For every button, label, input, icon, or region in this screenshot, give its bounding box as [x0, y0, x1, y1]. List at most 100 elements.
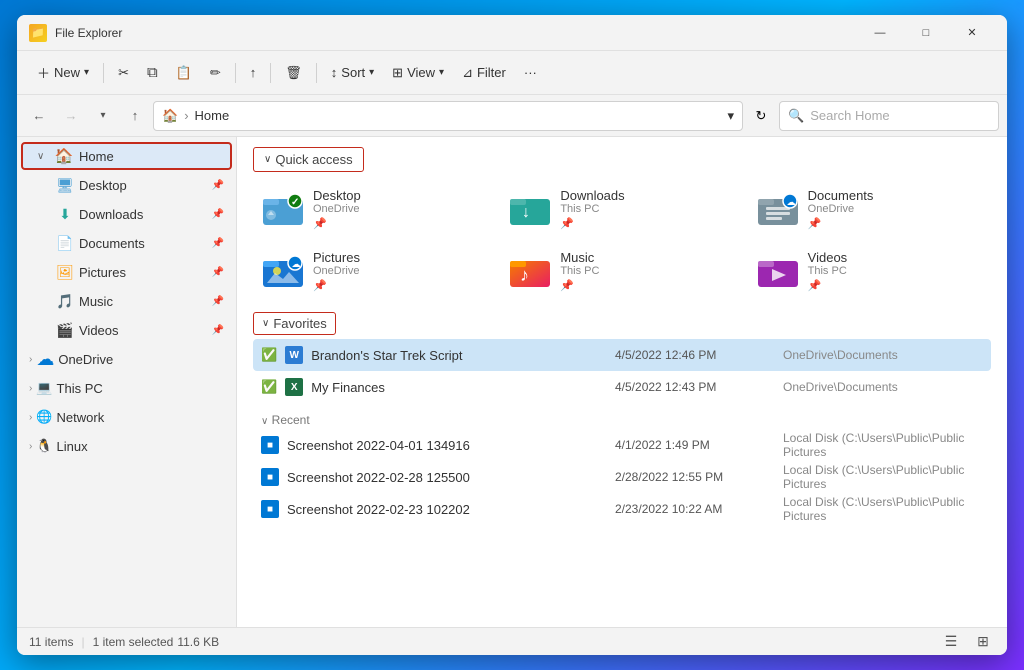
copy-button[interactable]: ⧉ — [139, 57, 166, 89]
quick-item-downloads[interactable]: ↓ Downloads This PC 📌 — [500, 180, 743, 238]
sidebar-item-desktop[interactable]: 🖥 Desktop 📌 — [21, 171, 232, 199]
desktop-icon: 🖥 — [57, 177, 73, 193]
screenshot-icon-1: ■ — [261, 436, 279, 454]
downloads-pin-icon: 📌 — [560, 217, 624, 230]
tiles-view-button[interactable]: ⊞ — [971, 630, 995, 654]
share-icon: ↑ — [250, 65, 257, 80]
more-button[interactable]: ··· — [516, 57, 545, 89]
quick-item-desktop[interactable]: ✓ Desktop OneDrive 📌 — [253, 180, 496, 238]
selection-size: 11.6 KB — [177, 635, 219, 649]
recent-name-cell-2: ■ Screenshot 2022-02-28 125500 — [261, 468, 607, 486]
pictures-quick-info: Pictures OneDrive 📌 — [313, 250, 360, 292]
onedrive-chevron-icon: › — [29, 354, 32, 365]
address-input[interactable]: 🏠 › Home ▾ — [153, 101, 743, 131]
window-title: File Explorer — [55, 26, 857, 40]
view-chevron: ▾ — [439, 67, 444, 78]
excel-icon-1: X — [285, 378, 303, 396]
music-quick-name: Music — [560, 250, 599, 265]
forward-button[interactable]: → — [57, 102, 85, 130]
quick-access-chevron-icon: ∨ — [264, 154, 271, 165]
view-controls: ☰ ⊞ — [939, 630, 995, 654]
up-button[interactable]: ↑ — [121, 102, 149, 130]
documents-quick-name: Documents — [808, 188, 874, 203]
quick-item-videos[interactable]: Videos This PC 📌 — [748, 242, 991, 300]
quick-item-documents[interactable]: ☁ Documents OneDrive 📌 — [748, 180, 991, 238]
sidebar-item-music[interactable]: 🎵 Music 📌 — [21, 287, 232, 315]
new-button[interactable]: ＋ New ▾ — [29, 57, 97, 89]
videos-pin-icon: 📌 — [808, 279, 848, 292]
sidebar-item-pictures[interactable]: 🖼 Pictures 📌 — [21, 258, 232, 286]
pin-icon-4: 📌 — [212, 267, 224, 278]
rename-button[interactable]: ✏ — [202, 57, 229, 89]
toolbar-divider-1 — [103, 63, 104, 83]
quick-item-music[interactable]: ♪ Music This PC 📌 — [500, 242, 743, 300]
main-content: ∨ 🏠 Home 🖥 Desktop 📌 ⬇ Downloads 📌 📄 Doc… — [17, 137, 1007, 627]
documents-quick-sub: OneDrive — [808, 203, 874, 215]
recent-section: ∨ Recent ■ Screenshot 2022-04-01 134916 … — [237, 409, 1007, 525]
videos-quick-info: Videos This PC 📌 — [808, 250, 848, 292]
music-quick-sub: This PC — [560, 265, 599, 277]
sidebar-videos-label: Videos — [79, 323, 119, 338]
check-icon-2: ✅ — [261, 379, 277, 395]
pin-icon-6: 📌 — [212, 325, 224, 336]
recent-row-3[interactable]: ■ Screenshot 2022-02-23 102202 2/23/2022… — [253, 493, 991, 525]
rename-icon: ✏ — [210, 65, 221, 81]
recent-section-header: ∨ Recent — [253, 409, 991, 429]
back-button[interactable]: ← — [25, 102, 53, 130]
minimize-button[interactable]: — — [857, 17, 903, 49]
svg-text:♪: ♪ — [520, 265, 529, 285]
delete-button[interactable]: 🗑 — [277, 57, 310, 89]
svg-text:☁: ☁ — [786, 197, 795, 207]
sidebar-item-onedrive[interactable]: › ☁ OneDrive — [21, 345, 232, 373]
share-button[interactable]: ↑ — [242, 57, 265, 89]
linux-chevron-icon: › — [29, 441, 32, 452]
sidebar: ∨ 🏠 Home 🖥 Desktop 📌 ⬇ Downloads 📌 📄 Doc… — [17, 137, 237, 627]
toolbar-divider-4 — [316, 63, 317, 83]
search-box[interactable]: 🔍 Search Home — [779, 101, 999, 131]
recent-label: Recent — [272, 413, 310, 427]
recent-row-2[interactable]: ■ Screenshot 2022-02-28 125500 2/28/2022… — [253, 461, 991, 493]
quick-access-section-header[interactable]: ∨ Quick access — [253, 147, 364, 172]
sidebar-item-thispc[interactable]: › 💻 This PC — [21, 374, 232, 402]
close-button[interactable]: ✕ — [949, 17, 995, 49]
view-button[interactable]: ⊞ View ▾ — [384, 57, 452, 89]
filter-label: Filter — [477, 65, 506, 80]
maximize-button[interactable]: □ — [903, 17, 949, 49]
home-chevron-icon: ∨ — [37, 151, 49, 162]
downloads-quick-sub: This PC — [560, 203, 624, 215]
music-pin-icon: 📌 — [560, 279, 599, 292]
address-chevron-icon[interactable]: ▾ — [727, 108, 734, 124]
quick-item-pictures[interactable]: ☁ Pictures OneDrive 📌 — [253, 242, 496, 300]
paste-button[interactable]: 📋 — [168, 57, 200, 89]
favorites-row-2[interactable]: ✅ X My Finances 4/5/2022 12:43 PM OneDri… — [253, 371, 991, 403]
details-view-button[interactable]: ☰ — [939, 630, 963, 654]
sidebar-linux-label: Linux — [57, 439, 88, 454]
sort-button[interactable]: ↕ Sort ▾ — [323, 57, 382, 89]
filter-button[interactable]: ⊿ Filter — [454, 57, 514, 89]
pictures-folder-icon: ☁ — [263, 251, 303, 291]
content-area: ∨ Quick access ✓ — [237, 137, 1007, 627]
desktop-quick-info: Desktop OneDrive 📌 — [313, 188, 361, 230]
recent-row-1[interactable]: ■ Screenshot 2022-04-01 134916 4/1/2022 … — [253, 429, 991, 461]
pictures-quick-name: Pictures — [313, 250, 360, 265]
videos-quick-sub: This PC — [808, 265, 848, 277]
recent-locations-button[interactable]: ▾ — [89, 102, 117, 130]
favorites-row-1[interactable]: ✅ W Brandon's Star Trek Script 4/5/2022 … — [253, 339, 991, 371]
cut-button[interactable]: ✂ — [110, 57, 137, 89]
refresh-button[interactable]: ↻ — [747, 102, 775, 130]
app-icon: 📁 — [29, 24, 47, 42]
sidebar-item-videos[interactable]: 🎬 Videos 📌 — [21, 316, 232, 344]
sidebar-item-documents[interactable]: 📄 Documents 📌 — [21, 229, 232, 257]
svg-text:↓: ↓ — [522, 204, 530, 221]
favorites-section-header[interactable]: ∨ Favorites — [253, 312, 336, 335]
sidebar-item-linux[interactable]: › 🐧 Linux — [21, 432, 232, 460]
pin-icon-3: 📌 — [212, 238, 224, 249]
recent-path-3: Local Disk (C:\Users\Public\Public Pictu… — [783, 495, 983, 523]
sidebar-item-network[interactable]: › 🌐 Network — [21, 403, 232, 431]
sidebar-item-downloads[interactable]: ⬇ Downloads 📌 — [21, 200, 232, 228]
sidebar-item-home[interactable]: ∨ 🏠 Home — [21, 142, 232, 170]
sidebar-music-label: Music — [79, 294, 113, 309]
pin-icon-5: 📌 — [212, 296, 224, 307]
documents-icon: 📄 — [57, 235, 73, 251]
favorites-date-2: 4/5/2022 12:43 PM — [615, 380, 775, 394]
